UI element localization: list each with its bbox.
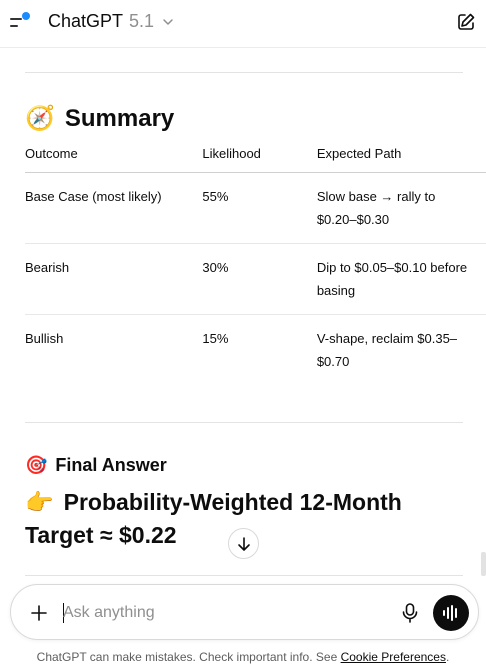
cookie-preferences-link[interactable]: Cookie Preferences: [341, 650, 446, 664]
final-answer-heading: 🎯 Final Answer: [25, 455, 167, 476]
summary-heading: 🧭 Summary: [25, 104, 174, 133]
likelihood-cell: 30%: [202, 259, 229, 275]
path-cell: Slow base → rally to $0.20–$0.30: [316, 188, 436, 227]
summary-title: Summary: [64, 104, 175, 132]
disclaimer: ChatGPT can make mistakes. Check importa…: [36, 650, 450, 664]
waveform-icon: [443, 605, 457, 621]
likelihood-cell: 15%: [202, 330, 229, 346]
edit-icon[interactable]: [456, 12, 476, 32]
summary-table: Outcome Likelihood Expected Path Base Ca…: [25, 146, 486, 385]
path-cell: Dip to $0.05–$0.10 before basing: [316, 259, 468, 298]
divider: [25, 575, 463, 576]
divider: [25, 72, 463, 73]
prompt-input[interactable]: [63, 601, 383, 625]
outcome-cell: Bullish: [25, 330, 64, 346]
pointing-hand-icon: 👉: [25, 489, 54, 515]
app-name: ChatGPT: [48, 11, 124, 31]
arrow-down-icon: [237, 536, 250, 551]
scroll-to-bottom-button[interactable]: [228, 528, 259, 559]
model-version: 5.1: [129, 11, 155, 31]
final-answer-title: Final Answer: [55, 455, 167, 475]
target-icon: 🎯: [25, 455, 48, 475]
target-headline: 👉 Probability-Weighted 12-Month Target ≈ …: [25, 486, 402, 552]
voice-mode-button[interactable]: [433, 595, 469, 631]
column-header: Expected Path: [316, 146, 402, 161]
notification-dot: [22, 12, 30, 20]
composer: [10, 584, 479, 640]
scrollbar-thumb[interactable]: [481, 552, 486, 576]
likelihood-cell: 55%: [202, 188, 229, 204]
table-row: Bullish 15% V-shape, reclaim $0.35– $0.70: [25, 314, 486, 385]
table-row: Bearish 30% Dip to $0.05–$0.10 before bas…: [25, 243, 486, 314]
chevron-down-icon: [163, 18, 173, 25]
sidebar-menu-icon[interactable]: [10, 12, 32, 32]
conversation-area: 🧭 Summary Outcome Likelihood Expected Pa…: [0, 48, 486, 578]
compass-icon: 🧭: [25, 105, 55, 132]
outcome-cell: Base Case (most likely): [25, 188, 162, 204]
table-header-row: Outcome Likelihood Expected Path: [25, 146, 486, 172]
path-cell: V-shape, reclaim $0.35– $0.70: [316, 330, 458, 369]
model-selector[interactable]: ChatGPT 5.1: [48, 11, 174, 32]
column-header: Outcome: [25, 146, 78, 161]
table-row: Base Case (most likely) 55% Slow base → …: [25, 172, 486, 243]
column-header: Likelihood: [202, 146, 261, 161]
microphone-icon[interactable]: [400, 602, 420, 624]
plus-icon[interactable]: [29, 603, 49, 623]
divider: [25, 422, 463, 423]
top-bar: ChatGPT 5.1: [0, 0, 486, 48]
outcome-cell: Bearish: [25, 259, 70, 275]
